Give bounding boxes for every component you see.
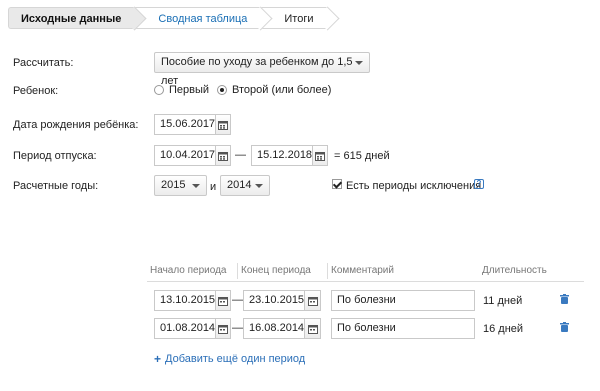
leave-dash: — xyxy=(235,149,246,161)
add-period-label: Добавить ещё один период xyxy=(165,353,306,365)
radio-dot xyxy=(154,85,164,95)
child-radio-first[interactable]: Первый xyxy=(154,84,209,96)
add-period-link[interactable]: + Добавить ещё один период xyxy=(154,352,305,366)
leave-period-label: Период отпуска: xyxy=(13,150,97,162)
row2-start-value: 01.08.2014 xyxy=(160,322,216,334)
calendar-icon[interactable] xyxy=(215,115,230,134)
calendar-icon[interactable] xyxy=(215,146,230,165)
row1-start-value: 13.10.2015 xyxy=(160,294,216,306)
birth-date-label: Дата рождения ребёнка: xyxy=(13,119,139,131)
col-comment: Комментарий xyxy=(331,265,394,276)
chevron-down-icon xyxy=(255,184,263,188)
row2-dash: — xyxy=(232,322,243,334)
child-label: Ребенок: xyxy=(13,85,59,97)
help-icon[interactable]: ? xyxy=(474,179,484,189)
year1-select[interactable]: 2015 xyxy=(154,175,207,196)
trash-icon[interactable] xyxy=(560,294,569,307)
row1-start-field[interactable]: 13.10.2015 xyxy=(154,290,231,311)
col-end: Конец периода xyxy=(241,265,311,276)
child-radio-second[interactable]: Второй (или более) xyxy=(217,84,331,96)
leave-from-field[interactable]: 10.04.2017 xyxy=(154,145,231,166)
year1-value: 2015 xyxy=(161,179,186,191)
chevron-down-icon xyxy=(355,61,363,65)
column-divider xyxy=(327,263,328,279)
exclusions-checkbox[interactable] xyxy=(332,179,342,189)
row1-end-value: 23.10.2015 xyxy=(249,294,305,306)
calc-label: Рассчитать: xyxy=(13,57,74,69)
table-divider xyxy=(147,281,584,282)
trash-icon[interactable] xyxy=(560,322,569,335)
child-radio-second-label: Второй (или более) xyxy=(232,84,332,96)
radio-dot-selected xyxy=(217,85,227,95)
birth-date-field[interactable]: 15.06.2017 xyxy=(154,114,231,135)
calendar-icon[interactable] xyxy=(215,319,230,338)
child-radio-first-label: Первый xyxy=(169,84,210,96)
row2-duration: 16 дней xyxy=(483,323,524,335)
row2-start-field[interactable]: 01.08.2014 xyxy=(154,318,231,339)
step-source-data[interactable]: Исходные данные xyxy=(8,7,136,29)
row1-comment-input[interactable]: По болезни xyxy=(331,290,475,311)
birth-date-value: 15.06.2017 xyxy=(160,118,216,130)
plus-icon: + xyxy=(154,352,162,366)
calendar-icon[interactable] xyxy=(215,291,230,310)
row2-end-value: 16.08.2014 xyxy=(249,322,305,334)
calc-select-value: Пособие по уходу за ребенком до 1,5 лет xyxy=(161,56,353,87)
years-and: и xyxy=(210,181,217,193)
exclusions-label[interactable]: Есть периоды исключения xyxy=(346,180,481,192)
year2-select[interactable]: 2014 xyxy=(220,175,270,196)
step-summary-table[interactable]: Сводная таблица xyxy=(135,7,262,29)
calc-select[interactable]: Пособие по уходу за ребенком до 1,5 лет xyxy=(154,52,370,87)
wizard-steps: Исходные данные Сводная таблица Итоги xyxy=(8,7,328,29)
row1-dash: — xyxy=(232,294,243,306)
col-duration: Длительность xyxy=(482,265,547,276)
leave-to-value: 15.12.2018 xyxy=(257,149,313,161)
row2-end-field[interactable]: 16.08.2014 xyxy=(243,318,321,339)
leave-days-total: = 615 дней xyxy=(334,150,390,162)
calc-years-label: Расчетные годы: xyxy=(13,180,99,192)
calendar-icon[interactable] xyxy=(304,319,320,338)
leave-from-value: 10.04.2017 xyxy=(160,149,216,161)
row1-duration: 11 дней xyxy=(483,295,523,307)
col-start: Начало периода xyxy=(150,265,227,276)
row2-comment-input[interactable]: По болезни xyxy=(331,318,475,339)
year2-value: 2014 xyxy=(227,179,252,191)
leave-to-field[interactable]: 15.12.2018 xyxy=(251,145,328,166)
calendar-icon[interactable] xyxy=(304,291,320,310)
row1-end-field[interactable]: 23.10.2015 xyxy=(243,290,321,311)
column-divider xyxy=(237,263,238,279)
calendar-icon[interactable] xyxy=(312,146,327,165)
chevron-down-icon xyxy=(192,184,200,188)
